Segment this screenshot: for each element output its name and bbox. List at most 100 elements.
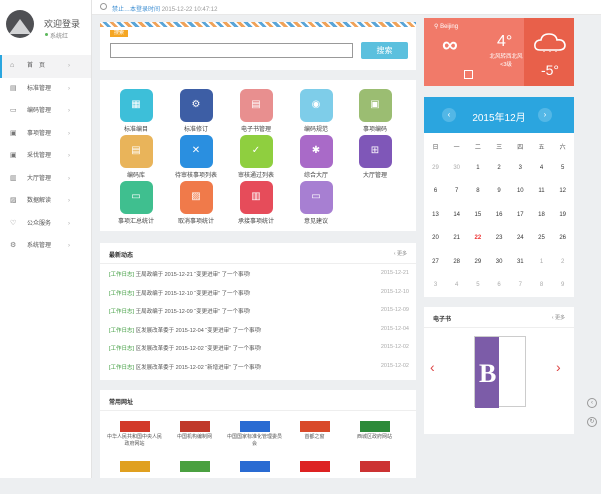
calendar-day[interactable]: 30 — [489, 259, 510, 265]
calendar-day[interactable]: 6 — [425, 188, 446, 194]
ebook-cover[interactable]: B — [474, 336, 526, 408]
news-more-link[interactable]: ‹ 更多 — [394, 250, 407, 257]
site-link[interactable]: 首都之窗 — [287, 417, 342, 454]
search-tag: 搜索 — [110, 30, 129, 37]
calendar-day[interactable]: 26 — [552, 235, 573, 241]
back-icon[interactable]: ‹ — [587, 398, 597, 408]
ebook-more-link[interactable]: ‹ 更多 — [552, 314, 565, 321]
calendar-day[interactable]: 19 — [552, 212, 573, 218]
calendar-day[interactable]: 13 — [425, 212, 446, 218]
app-tile[interactable]: ▨ 取消事项统计 — [170, 181, 222, 225]
calendar-day[interactable]: 7 — [446, 188, 467, 194]
calendar-day[interactable]: 20 — [425, 235, 446, 241]
app-icon: ▤ — [239, 89, 273, 122]
calendar-day[interactable]: 8 — [467, 188, 488, 194]
app-tile[interactable]: ✓ 审核通过列表 — [230, 135, 282, 179]
calendar-day[interactable]: 29 — [425, 165, 446, 171]
news-item[interactable]: [工作日志] 区发展改革委于 2015-12-02 “变更进审” 了一个事项! 2… — [109, 344, 409, 354]
avatar[interactable] — [6, 10, 34, 38]
app-tile[interactable]: ▤ 编码库 — [110, 135, 162, 179]
calendar-day[interactable]: 2 — [552, 259, 573, 265]
calendar-day[interactable]: 29 — [467, 259, 488, 265]
grid-icon[interactable] — [464, 70, 473, 79]
ebook-prev-arrow[interactable]: ‹ — [430, 359, 435, 375]
calendar-day[interactable]: 4 — [531, 165, 552, 171]
site-link[interactable] — [227, 457, 282, 494]
calendar-day[interactable]: 15 — [467, 212, 488, 218]
calendar-day[interactable]: 21 — [446, 235, 467, 241]
calendar-day[interactable]: 3 — [510, 165, 531, 171]
site-link[interactable]: 中华人民共和国中央人民政府网站 — [107, 417, 162, 454]
calendar-day[interactable]: 14 — [446, 212, 467, 218]
app-tile[interactable]: ▤ 电子书管理 — [230, 89, 282, 133]
nav-item-3[interactable]: ▣ 事项管理 › — [0, 123, 91, 146]
calendar-day[interactable]: 8 — [531, 282, 552, 288]
nav-item-1[interactable]: ▤ 标准管理 › — [0, 78, 91, 101]
calendar-day[interactable]: 1 — [531, 259, 552, 265]
calendar-day[interactable]: 3 — [425, 282, 446, 288]
calendar-day[interactable]: 2 — [489, 165, 510, 171]
app-tile[interactable]: ▭ 事项汇总统计 — [110, 181, 162, 225]
news-item[interactable]: [工作日志] 王局政编于 2015-12-10 “变更进审” 了一个事项! 201… — [109, 289, 409, 299]
calendar-day[interactable]: 12 — [552, 188, 573, 194]
app-tile[interactable]: ⚙ 标准修订 — [170, 89, 222, 133]
calendar-day[interactable]: 11 — [531, 188, 552, 194]
calendar-day[interactable]: 27 — [425, 259, 446, 265]
site-link[interactable] — [347, 457, 402, 494]
site-link[interactable] — [107, 457, 162, 494]
app-tile[interactable]: ▥ 承接事项统计 — [230, 181, 282, 225]
site-logo — [299, 461, 330, 472]
calendar-day[interactable]: 16 — [489, 212, 510, 218]
calendar-day[interactable]: 9 — [489, 188, 510, 194]
app-tile[interactable]: ✱ 综合大厅 — [290, 135, 342, 179]
site-link[interactable] — [167, 457, 222, 494]
calendar-day[interactable]: 4 — [446, 282, 467, 288]
app-icon: ✓ — [239, 135, 273, 168]
calendar-day[interactable]: 28 — [446, 259, 467, 265]
app-tile[interactable]: ⊞ 大厅管理 — [349, 135, 401, 179]
calendar-day[interactable]: 18 — [531, 212, 552, 218]
calendar-day[interactable]: 24 — [510, 235, 531, 241]
nav-item-7[interactable]: ♡ 公众服务 › — [0, 213, 91, 236]
news-item[interactable]: [工作日志] 区发展改革委于 2015-12-02 “新增进审” 了一个事项! 2… — [109, 363, 409, 373]
nav-item-8[interactable]: ⚙ 系统管理 › — [0, 235, 91, 258]
site-link[interactable]: 西城区政府网站 — [347, 417, 402, 454]
calendar-day[interactable]: 6 — [489, 282, 510, 288]
site-link[interactable] — [287, 457, 342, 494]
site-link[interactable]: 中国国家标准化管理委员会 — [227, 417, 282, 454]
nav-item-5[interactable]: ▥ 大厅管理 › — [0, 168, 91, 191]
search-input[interactable] — [110, 43, 353, 58]
app-tile[interactable]: ✕ 待审核事项列表 — [170, 135, 222, 179]
calendar-day[interactable]: 10 — [510, 188, 531, 194]
nav-item-4[interactable]: ▣ 采伐管理 › — [0, 145, 91, 168]
news-item[interactable]: [工作日志] 王局政编于 2015-12-21 “变更进审” 了一个事项! 201… — [109, 270, 409, 280]
ebook-next-arrow[interactable]: › — [556, 359, 561, 375]
site-logo — [119, 461, 150, 472]
app-tile[interactable]: ▦ 标准编目 — [110, 89, 162, 133]
app-tile[interactable]: ▣ 事项编码 — [349, 89, 401, 133]
nav-item-0[interactable]: ⌂ 首 页 › — [0, 55, 91, 78]
app-tile[interactable]: ◉ 编码规范 — [290, 89, 342, 133]
calendar-day[interactable]: 25 — [531, 235, 552, 241]
calendar-day[interactable]: 23 — [489, 235, 510, 241]
calendar-day[interactable]: 5 — [552, 165, 573, 171]
calendar-day[interactable]: 17 — [510, 212, 531, 218]
news-panel: 最新动态 ‹ 更多 [工作日志] 王局政编于 2015-12-21 “变更进审”… — [100, 243, 416, 380]
news-item[interactable]: [工作日志] 区发展改革委于 2015-12-04 “变更进审” 了一个事项! 2… — [109, 326, 409, 336]
calendar-day[interactable]: 30 — [446, 165, 467, 171]
calendar-next-button[interactable]: › — [538, 108, 552, 122]
calendar-day[interactable]: 7 — [510, 282, 531, 288]
search-button[interactable]: 搜索 — [361, 42, 408, 59]
calendar-day[interactable]: 5 — [467, 282, 488, 288]
refresh-icon[interactable]: ↻ — [587, 417, 597, 427]
calendar-day[interactable]: 31 — [510, 259, 531, 265]
top-bar: 禁止…本登录时间 2015-12-22 10:47:12 — [92, 0, 601, 15]
nav-item-6[interactable]: ▨ 数据解读 › — [0, 190, 91, 213]
nav-item-2[interactable]: ▭ 编码管理 › — [0, 100, 91, 123]
app-tile[interactable]: ▭ 意见建议 — [290, 181, 342, 225]
calendar-today[interactable]: 22 — [467, 235, 488, 241]
site-link[interactable]: 中国机构编制网 — [167, 417, 222, 454]
news-item[interactable]: [工作日志] 王局政编于 2015-12-09 “变更进审” 了一个事项! 201… — [109, 307, 409, 317]
calendar-day[interactable]: 9 — [552, 282, 573, 288]
calendar-day[interactable]: 1 — [467, 165, 488, 171]
